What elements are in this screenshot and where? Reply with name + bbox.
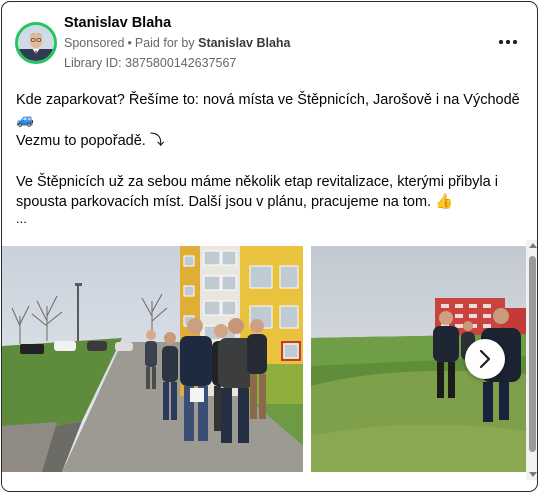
- carousel-photo-1[interactable]: [2, 246, 303, 472]
- scroll-up-arrow-icon[interactable]: [529, 243, 537, 248]
- author-name[interactable]: Stanislav Blaha: [64, 15, 171, 31]
- vertical-scrollbar[interactable]: [526, 240, 537, 480]
- author-avatar[interactable]: [15, 22, 57, 64]
- paid-for-name: Stanislav Blaha: [198, 36, 291, 50]
- more-options-icon[interactable]: [496, 31, 520, 51]
- sponsored-label[interactable]: Sponsored: [64, 36, 124, 50]
- image-carousel[interactable]: [2, 246, 527, 472]
- post-text-line-2: Vezmu to popořadě. ⤵: [16, 133, 165, 149]
- ad-post-card: Stanislav Blaha Sponsored • Paid for by St…: [1, 1, 538, 492]
- library-id: Library ID: 3875800142637567: [64, 56, 237, 70]
- see-more-ellipsis[interactable]: ...: [16, 212, 521, 226]
- post-text-line-1: Kde zaparkovat? Řešíme to: nová místa ve…: [16, 92, 520, 128]
- scrollbar-thumb[interactable]: [529, 256, 536, 452]
- sponsored-meta: Sponsored • Paid for by Stanislav Blaha: [64, 36, 291, 50]
- paid-for-prefix: Paid for by: [134, 36, 195, 50]
- scroll-down-arrow-icon[interactable]: [529, 472, 537, 477]
- carousel-next-button[interactable]: [465, 339, 505, 379]
- meta-separator: •: [127, 36, 132, 50]
- post-text-line-3: Ve Štěpnicích už za sebou máme několik e…: [16, 174, 498, 210]
- chevron-right-icon: [479, 349, 491, 369]
- card-footer: [2, 472, 527, 491]
